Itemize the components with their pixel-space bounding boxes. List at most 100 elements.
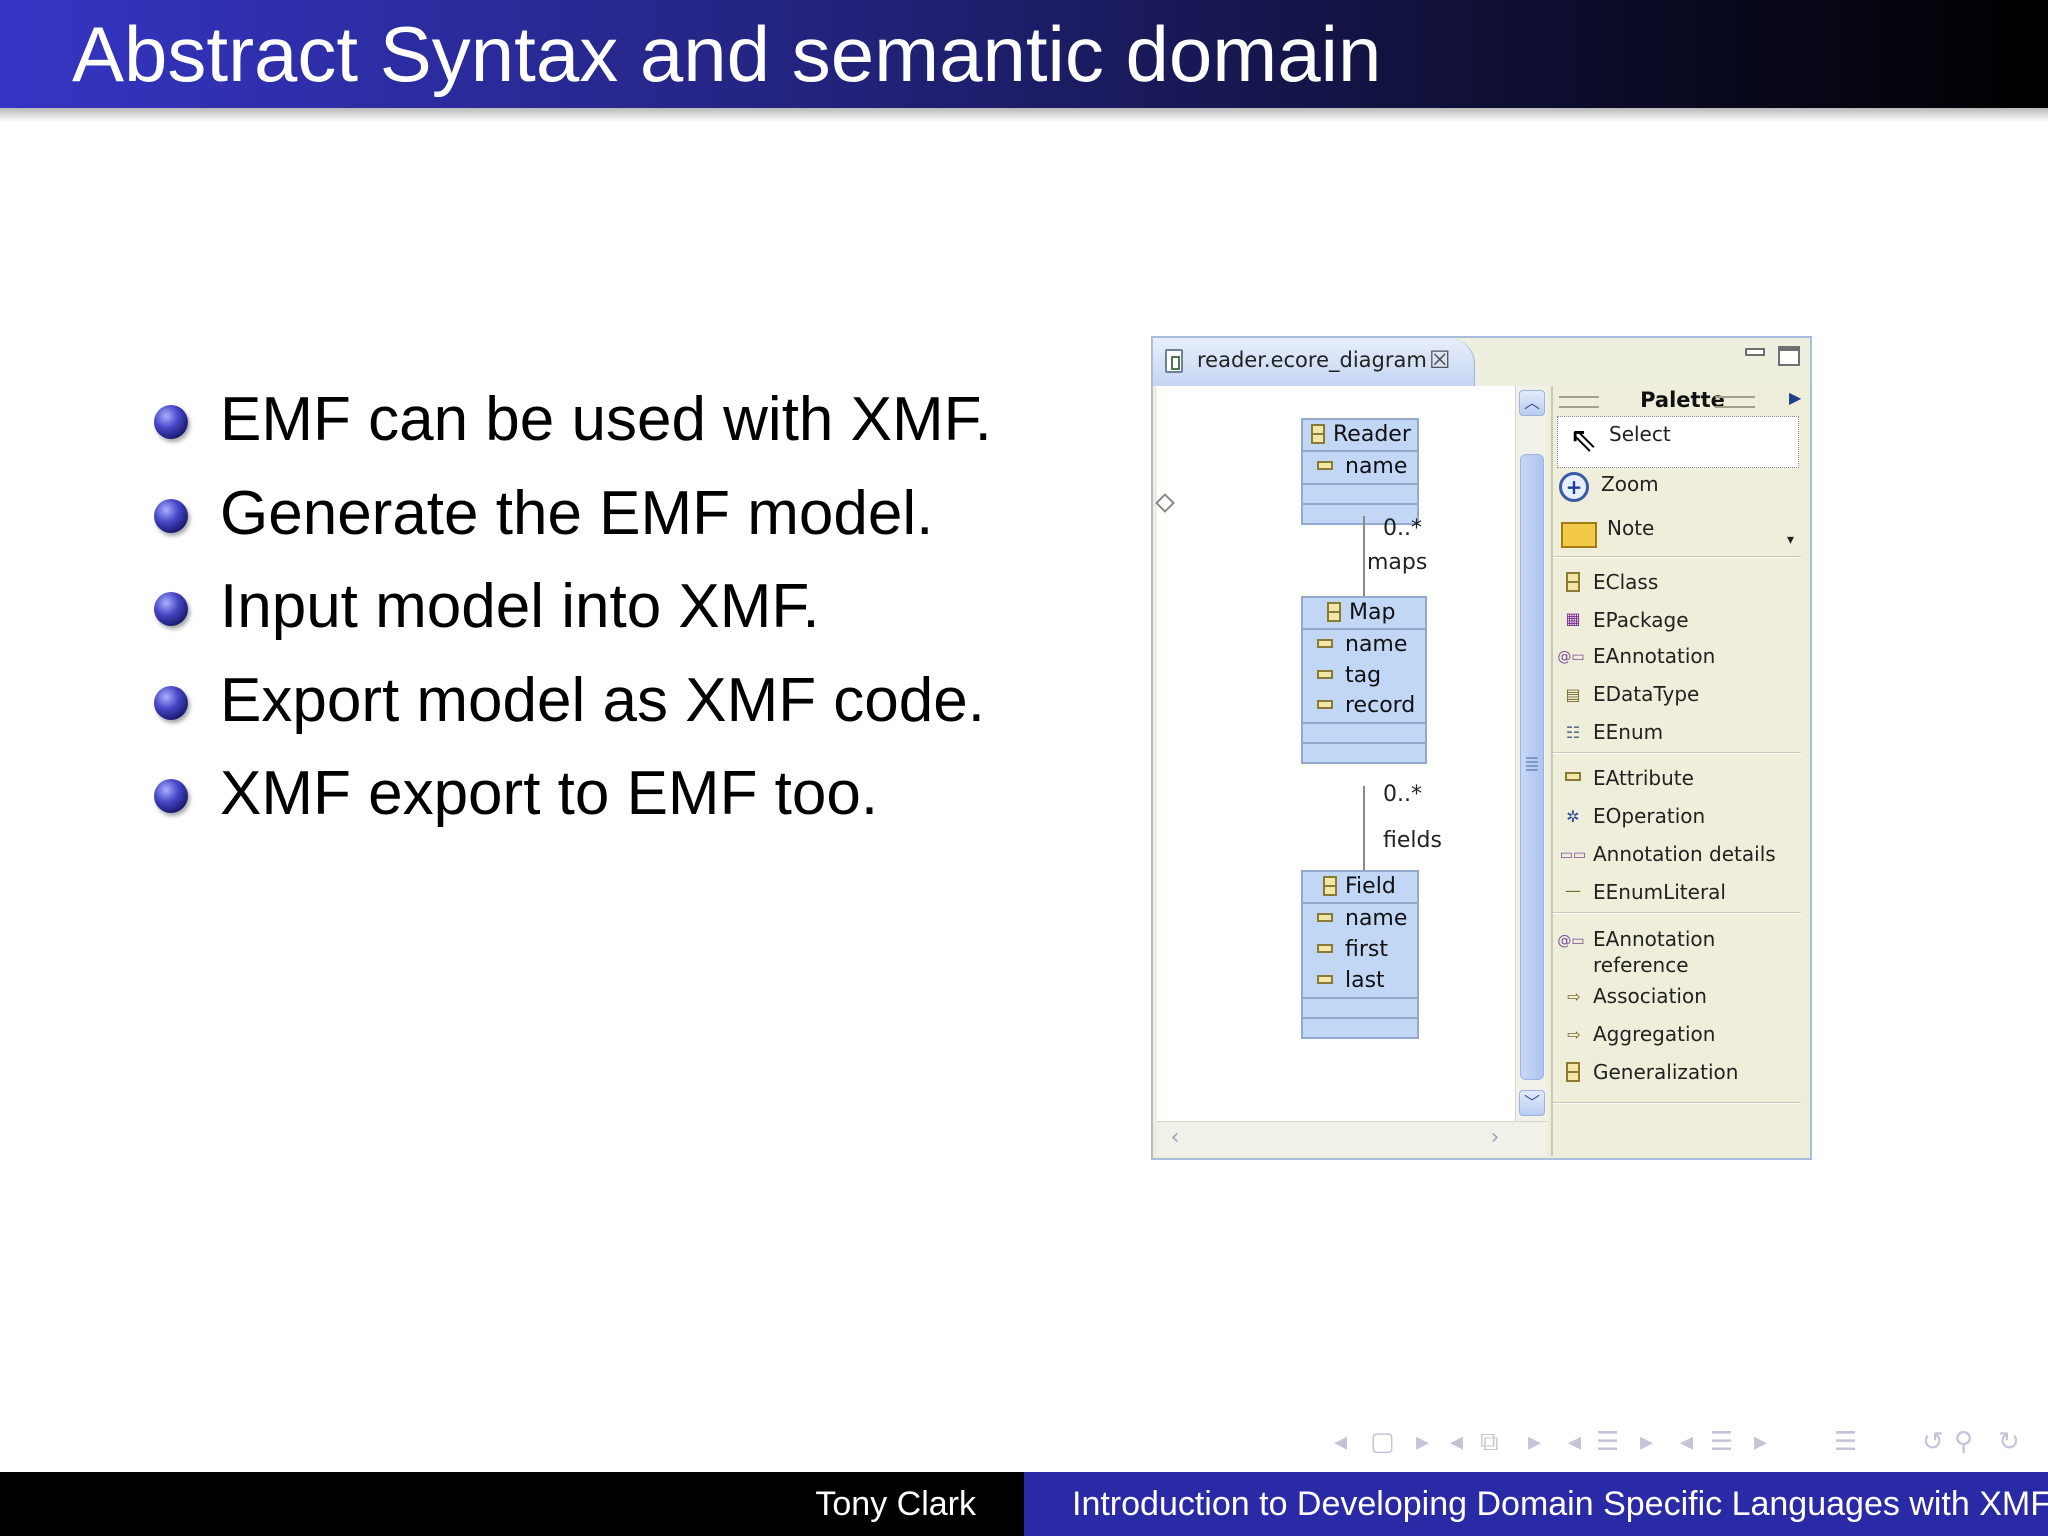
palette-item-eannotation-reference[interactable]: EAnnotation reference xyxy=(1593,926,1715,978)
class-compartment xyxy=(1303,742,1425,762)
ecore-diagram-file-icon xyxy=(1165,349,1183,373)
editor-tab-label: reader.ecore_diagram xyxy=(1197,348,1427,372)
nav-frame-prev-icon[interactable]: ◂ xyxy=(1450,1427,1463,1455)
palette-collapse-icon[interactable]: ▶ xyxy=(1789,388,1801,407)
bullet-text: Input model into XMF. xyxy=(220,572,820,641)
nav-frame-icon[interactable]: ⧉ xyxy=(1480,1427,1499,1455)
dropdown-arrow-icon[interactable]: ▾ xyxy=(1787,532,1794,548)
diagram-class-field[interactable]: Field name first last xyxy=(1301,870,1419,1039)
note-icon xyxy=(1561,522,1597,548)
palette-separator xyxy=(1553,752,1801,754)
palette-item-eattribute[interactable]: EAttribute xyxy=(1593,766,1694,790)
aggregation-diamond xyxy=(1155,493,1175,513)
palette-panel: Palette ▶ ⇖ Select + Zoom Note ▾ EClass … xyxy=(1551,386,1810,1156)
close-icon[interactable]: ☒ xyxy=(1429,346,1451,374)
footer-title: Introduction to Developing Domain Specif… xyxy=(1072,1485,2048,1523)
vertical-scrollbar[interactable]: ︿ ﹀ xyxy=(1515,386,1547,1121)
class-compartment xyxy=(1303,722,1425,742)
palette-item-eenumliteral[interactable]: EEnumLiteral xyxy=(1593,880,1726,904)
diagram-canvas[interactable]: Reader name 0..* maps Map name tag recor… xyxy=(1155,386,1515,1156)
arrow-cursor-icon: ⇖ xyxy=(1569,420,1598,460)
editor-tab[interactable]: reader.ecore_diagram ☒ xyxy=(1153,338,1475,386)
scroll-down-icon[interactable]: ﹀ xyxy=(1519,1090,1545,1116)
class-header: Reader xyxy=(1303,420,1417,452)
palette-tool-zoom[interactable]: Zoom xyxy=(1601,472,1659,496)
footer-author-box: Tony Clark xyxy=(0,1472,1024,1536)
class-compartment xyxy=(1303,483,1417,503)
scroll-left-icon[interactable]: ‹ xyxy=(1163,1127,1187,1151)
eclass-icon xyxy=(1563,572,1583,594)
nav-subsection-prev-icon[interactable]: ◂ xyxy=(1568,1427,1581,1455)
reference-line-maps[interactable] xyxy=(1363,516,1365,596)
bullet-item: EMF can be used with XMF. xyxy=(152,376,992,470)
nav-back-icon[interactable]: ↺ xyxy=(1922,1427,1944,1455)
palette-item-aggregation[interactable]: Aggregation xyxy=(1593,1022,1715,1046)
bullet-item: Generate the EMF model. xyxy=(152,470,992,564)
nav-slide-next-icon[interactable]: ▸ xyxy=(1416,1427,1429,1455)
scrollbar-thumb[interactable] xyxy=(1520,454,1544,1080)
ball-bullet-icon xyxy=(154,592,188,626)
eenumliteral-icon: — xyxy=(1565,881,1581,900)
palette-item-edatatype[interactable]: EDataType xyxy=(1593,682,1699,706)
role-label: fields xyxy=(1383,828,1442,853)
nav-section-icon[interactable]: ☰ xyxy=(1710,1427,1733,1455)
class-attribute[interactable]: last xyxy=(1303,966,1417,997)
palette-separator xyxy=(1553,556,1801,558)
attribute-name: last xyxy=(1345,968,1385,993)
nav-forward-icon[interactable]: ↻ xyxy=(1998,1427,2020,1455)
palette-tool-note[interactable]: Note xyxy=(1607,516,1654,540)
class-name: Field xyxy=(1345,874,1396,899)
diagram-class-map[interactable]: Map name tag record xyxy=(1301,596,1427,764)
palette-item-eoperation[interactable]: EOperation xyxy=(1593,804,1705,828)
ball-bullet-icon xyxy=(154,685,188,720)
palette-tool-select[interactable]: Select xyxy=(1609,422,1671,446)
generalization-icon xyxy=(1563,1062,1583,1084)
palette-item-eclass[interactable]: EClass xyxy=(1593,570,1658,594)
slide-title: Abstract Syntax and semantic domain xyxy=(72,10,1382,98)
nav-search-icon[interactable]: ⚲ xyxy=(1954,1427,1973,1455)
palette-item-annotation-details[interactable]: Annotation details xyxy=(1593,842,1776,866)
palette-item-association[interactable]: Association xyxy=(1593,984,1707,1008)
horizontal-scrollbar[interactable]: ‹ › xyxy=(1157,1121,1547,1156)
nav-subsection-next-icon[interactable]: ▸ xyxy=(1640,1427,1653,1455)
nav-slide-icon[interactable]: ▢ xyxy=(1370,1427,1395,1455)
title-shadow xyxy=(0,108,2048,122)
attribute-name: first xyxy=(1345,937,1388,962)
minimize-icon[interactable] xyxy=(1745,348,1765,356)
eattribute-icon xyxy=(1563,768,1583,790)
eclass-icon xyxy=(1327,602,1341,622)
class-attribute[interactable]: name xyxy=(1303,630,1425,661)
eenum-icon: ☷ xyxy=(1565,723,1581,742)
reference-line-fields[interactable] xyxy=(1363,786,1365,870)
beamer-navigation: ◂ ▢ ▸ ◂ ⧉ ▸ ◂ ☰ ▸ ◂ ☰ ▸ ☰ ↺ ⚲ ↻ xyxy=(1334,1427,2034,1455)
nav-subsection-icon[interactable]: ☰ xyxy=(1596,1427,1619,1455)
class-attribute[interactable]: tag xyxy=(1303,661,1425,691)
scroll-up-icon[interactable]: ︿ xyxy=(1519,390,1545,416)
class-attribute[interactable]: record xyxy=(1303,691,1425,722)
nav-section-next-icon[interactable]: ▸ xyxy=(1754,1427,1767,1455)
maximize-icon[interactable] xyxy=(1778,346,1800,366)
palette-title: Palette xyxy=(1553,386,1810,416)
eoperation-icon: ✲ xyxy=(1566,807,1580,826)
palette-item-epackage[interactable]: EPackage xyxy=(1593,608,1689,632)
bullet-item: Export model as XMF code. xyxy=(152,657,992,751)
class-name: Reader xyxy=(1333,422,1411,447)
nav-document-icon[interactable]: ☰ xyxy=(1834,1427,1857,1455)
palette-item-generalization[interactable]: Generalization xyxy=(1593,1060,1738,1084)
class-attribute[interactable]: name xyxy=(1303,452,1417,483)
attribute-name: tag xyxy=(1345,663,1382,688)
nav-frame-next-icon[interactable]: ▸ xyxy=(1528,1427,1541,1455)
palette-item-eannotation[interactable]: EAnnotation xyxy=(1593,644,1715,668)
aggregation-icon: ⇨ xyxy=(1567,1025,1581,1044)
attribute-name: name xyxy=(1345,906,1408,931)
scroll-right-icon[interactable]: › xyxy=(1483,1127,1507,1151)
nav-slide-prev-icon[interactable]: ◂ xyxy=(1334,1427,1347,1455)
eattribute-icon xyxy=(1317,944,1333,953)
diagram-class-reader[interactable]: Reader name xyxy=(1301,418,1419,525)
class-name: Map xyxy=(1349,600,1396,625)
palette-item-eenum[interactable]: EEnum xyxy=(1593,720,1663,744)
nav-section-prev-icon[interactable]: ◂ xyxy=(1680,1427,1693,1455)
class-attribute[interactable]: first xyxy=(1303,935,1417,966)
class-attribute[interactable]: name xyxy=(1303,904,1417,935)
eattribute-icon xyxy=(1317,670,1333,679)
